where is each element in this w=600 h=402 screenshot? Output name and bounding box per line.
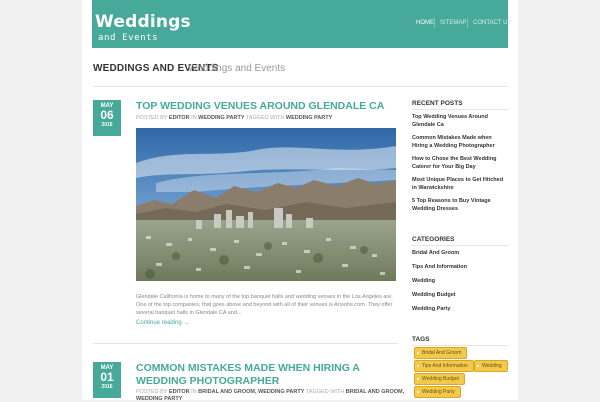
tag-wedding-party[interactable]: Wedding Party — [414, 386, 461, 398]
post-meta: POSTED BY EDITOR IN WEDDING PARTY TAGGED… — [136, 115, 332, 121]
divider — [93, 343, 398, 344]
recent-post-link[interactable]: Most Unique Places to Get Hitched in War… — [412, 176, 508, 192]
meta-in: IN — [191, 115, 197, 121]
meta-tagged: TAGGED WITH — [245, 115, 285, 121]
sidebar-divider — [412, 245, 508, 246]
post-title[interactable]: COMMON MISTAKES MADE WHEN HIRING A WEDDI… — [136, 362, 396, 388]
post-date-badge: MAY 01 2016 — [93, 362, 121, 398]
site-logo[interactable]: Weddings — [95, 12, 191, 32]
post-tag-link[interactable]: BRIDAL AND GROOM, — [346, 389, 404, 395]
nav-contact[interactable]: CONTACT US — [473, 20, 511, 26]
sidebar-heading-recent: RECENT POSTS — [412, 100, 463, 107]
tag-wedding[interactable]: Wedding — [474, 360, 508, 372]
post-category-link[interactable]: BRIDAL AND GROOM, WEDDING PARTY — [198, 389, 304, 395]
post-meta-continued: WEDDING PARTY — [136, 396, 182, 402]
post-author-link[interactable]: EDITOR — [169, 115, 190, 121]
sidebar-heading-tags: TAGS — [412, 336, 430, 343]
post-tag-link[interactable]: WEDDING PARTY — [286, 115, 332, 121]
category-link[interactable]: Bridal And Groom — [412, 249, 508, 257]
tag-tips-and-information[interactable]: Tips And Information — [414, 360, 474, 372]
sidebar-divider — [412, 109, 508, 110]
post-year: 2016 — [101, 384, 113, 390]
sidebar-heading-categories: CATEGORIES — [412, 236, 455, 243]
category-link[interactable]: Wedding Party — [412, 305, 508, 313]
tag-bridal-and-groom[interactable]: Bridal And Groom — [414, 347, 468, 359]
recent-post-link[interactable]: 5 Top Reasons to Buy Vintage Wedding Dre… — [412, 197, 508, 213]
meta-in: IN — [191, 389, 197, 395]
post-category-link[interactable]: WEDDING PARTY — [198, 115, 244, 121]
site-tagline: Weddings and Events — [188, 63, 286, 74]
divider — [93, 86, 508, 87]
recent-post-link[interactable]: Top Wedding Venues Around Glendale Ca — [412, 113, 508, 129]
post-author-link[interactable]: EDITOR — [169, 389, 190, 395]
meta-posted-by: POSTED BY — [136, 115, 168, 121]
post-year: 2016 — [101, 122, 113, 128]
tag-wedding-budget[interactable]: Wedding Budget — [414, 373, 465, 385]
meta-tagged: TAGGED WITH — [305, 389, 345, 395]
nav-home[interactable]: HOME — [416, 20, 434, 26]
post-tag-link[interactable]: WEDDING PARTY — [136, 396, 182, 402]
post-meta: POSTED BY EDITOR IN BRIDAL AND GROOM, WE… — [136, 389, 404, 395]
meta-posted-by: POSTED BY — [136, 389, 168, 395]
post-excerpt: Glendale California is home to many of t… — [136, 294, 393, 316]
recent-post-link[interactable]: Common Mistakes Made when Hiring a Weddi… — [412, 134, 508, 150]
recent-post-link[interactable]: How to Chose the Best Wedding Caterer fo… — [412, 155, 508, 171]
post-date-badge: MAY 06 2016 — [93, 100, 121, 136]
nav-divider — [434, 18, 435, 28]
category-link[interactable]: Wedding Budget — [412, 291, 508, 299]
post-title[interactable]: TOP WEDDING VENUES AROUND GLENDALE CA — [136, 100, 396, 113]
category-link[interactable]: Wedding — [412, 277, 508, 285]
post-day: 01 — [100, 370, 114, 384]
site-logo-subtitle[interactable]: and Events — [98, 33, 158, 43]
nav-divider — [467, 18, 468, 28]
nav-sitemap[interactable]: SITEMAP — [440, 20, 466, 26]
continue-reading-link[interactable]: Continue reading → — [136, 320, 189, 326]
category-link[interactable]: Tips And Information — [412, 263, 508, 271]
post-featured-image[interactable] — [136, 128, 396, 281]
post-day: 06 — [100, 108, 114, 122]
sidebar-divider — [412, 345, 508, 346]
